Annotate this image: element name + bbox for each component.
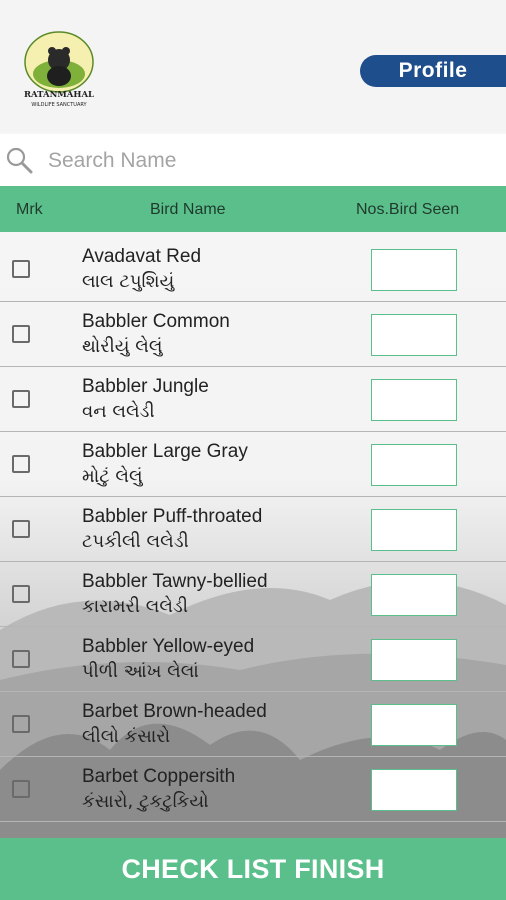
count-input[interactable] <box>371 704 457 746</box>
bird-name-gujarati: થોરીયું લેલું <box>82 336 163 357</box>
list-item: Babbler Puff-throated ટપકીલી લલેડી <box>0 497 506 562</box>
bird-name-english: Babbler Tawny-bellied <box>82 571 268 592</box>
bird-name-gujarati: કારામરી લલેડી <box>82 596 188 617</box>
column-mark: Mrk <box>16 201 43 218</box>
bird-name-gujarati: વન લલેડી <box>82 401 155 422</box>
mark-checkbox[interactable] <box>12 585 30 603</box>
svg-text:WILDLIFE SANCTUARY: WILDLIFE SANCTUARY <box>31 102 87 108</box>
check-list-finish-button[interactable]: CHECK LIST FINISH <box>0 838 506 900</box>
count-input[interactable] <box>371 769 457 811</box>
bird-name-english: Babbler Yellow-eyed <box>82 636 255 657</box>
bird-name-english: Avadavat Red <box>82 246 202 267</box>
list-item: Babbler Common થોરીયું લેલું <box>0 302 506 367</box>
bird-name-english: Babbler Puff-throated <box>82 506 263 527</box>
search-icon <box>6 147 33 174</box>
column-bird-name: Bird Name <box>150 201 226 218</box>
count-input[interactable] <box>371 639 457 681</box>
mark-checkbox[interactable] <box>12 715 30 733</box>
column-count: Nos.Bird Seen <box>356 201 460 218</box>
bird-name-gujarati: ટપકીલી લલેડી <box>82 531 189 552</box>
bird-name-english: Barbet Coppersith <box>82 766 236 787</box>
bird-name-english: Barbet Brown-headed <box>82 701 267 722</box>
bird-name-gujarati: કંસારો, ટુકટુકિયો <box>82 791 209 812</box>
mark-checkbox[interactable] <box>12 520 30 538</box>
bird-name-english: Babbler Common <box>82 311 230 332</box>
count-input[interactable] <box>371 379 457 421</box>
bird-name-gujarati: મોટું લેલું <box>82 466 143 487</box>
bird-name-gujarati: લીલો કંસારો <box>82 726 171 747</box>
bird-name-english: Babbler Large Gray <box>82 441 248 462</box>
search-bar <box>0 134 506 186</box>
sanctuary-logo: RATANMAHAL WILDLIFE SANCTUARY <box>24 31 94 108</box>
count-input[interactable] <box>371 249 457 291</box>
mark-checkbox[interactable] <box>12 325 30 343</box>
list-item: Babbler Large Gray મોટું લેલું <box>0 432 506 497</box>
list-item: Barbet Brown-headed લીલો કંસારો <box>0 692 506 757</box>
count-input[interactable] <box>371 574 457 616</box>
mark-checkbox[interactable] <box>12 650 30 668</box>
mark-checkbox[interactable] <box>12 390 30 408</box>
bird-name-gujarati: પીળી આંખ લેલાં <box>82 661 199 682</box>
count-input[interactable] <box>371 314 457 356</box>
search-input[interactable] <box>46 142 490 180</box>
list-item: Avadavat Red લાલ ટપુશિયું <box>0 237 506 302</box>
mark-checkbox[interactable] <box>12 780 30 798</box>
list-item: Barbet Coppersith કંસારો, ટુકટુકિયો <box>0 757 506 822</box>
list-item: Babbler Tawny-bellied કારામરી લલેડી <box>0 562 506 627</box>
list-item: Babbler Jungle વન લલેડી <box>0 367 506 432</box>
mark-checkbox[interactable] <box>12 260 30 278</box>
count-input[interactable] <box>371 509 457 551</box>
bird-name-english: Babbler Jungle <box>82 376 209 397</box>
svg-text:RATANMAHAL: RATANMAHAL <box>24 90 94 100</box>
bird-list: Avadavat Red લાલ ટપુશિયું Babbler Common… <box>0 237 506 822</box>
app-header: RATANMAHAL WILDLIFE SANCTUARY Profile <box>0 0 506 132</box>
profile-button[interactable]: Profile <box>360 55 506 87</box>
list-item: Babbler Yellow-eyed પીળી આંખ લેલાં <box>0 627 506 692</box>
mark-checkbox[interactable] <box>12 455 30 473</box>
column-header: Mrk Bird Name Nos.Bird Seen <box>0 186 506 232</box>
bird-name-gujarati: લાલ ટપુશિયું <box>82 271 175 292</box>
count-input[interactable] <box>371 444 457 486</box>
